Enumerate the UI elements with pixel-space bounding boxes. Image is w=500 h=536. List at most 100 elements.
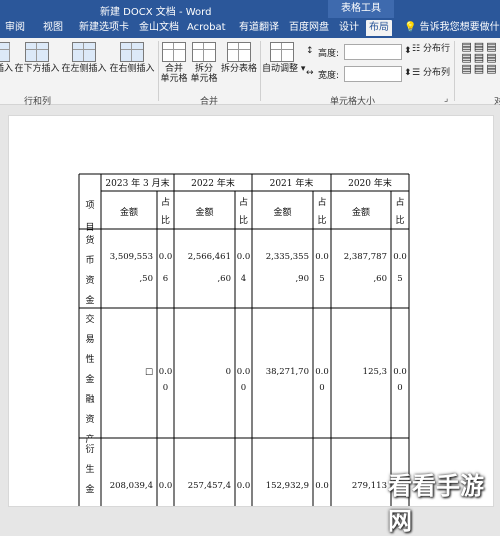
merge-cells-label-2: 单元格 (160, 74, 188, 84)
period-header-3: 2020 年末 (348, 177, 392, 189)
row-label-char: 资 (85, 414, 94, 425)
tab-design[interactable]: 设计 (336, 20, 362, 36)
insert-above-icon (0, 42, 10, 62)
tell-me-text: 告诉我您想要做什么 (419, 22, 500, 33)
ratio-cell: 0.0 (315, 252, 329, 262)
align-grid-icon: ▤▤▤ (461, 62, 499, 75)
amount-cell: ,60 (373, 274, 387, 284)
distribute-columns-button[interactable]: ☰ 分布列 (412, 68, 452, 78)
ratio-cell: 0.0 (393, 367, 407, 377)
ratio-subheader: 比 (239, 214, 248, 226)
merge-cells-label-1: 合并 (164, 64, 183, 74)
row-label-char: 资 (85, 275, 94, 286)
insert-above-label: 插入 (0, 64, 13, 74)
row-label-char: 衍 (85, 443, 94, 455)
ribbon: 插入 在下方插入 在左侧插入 在右侧插入 行和列 合并 单元格 拆分 单元格 拆… (0, 38, 500, 107)
ratio-cell: 0.0 (315, 481, 329, 491)
ratio-cell: 0.0 (159, 367, 173, 377)
group-separator (158, 41, 159, 101)
distribute-rows-icon: ☷ (412, 44, 421, 54)
ratio-subheader: 占 (317, 196, 326, 208)
ratio-cell: 0.0 (237, 481, 251, 491)
row-label-char: 易 (85, 334, 94, 345)
ratio-subheader: 占 (161, 196, 170, 208)
row-label-char: 金 (85, 483, 94, 495)
ratio-cell: 0.0 (237, 367, 251, 377)
amount-cell: □ (145, 367, 153, 377)
ratio-cell: 6 (163, 274, 168, 284)
table-tools-context-label: 表格工具 (328, 0, 394, 18)
autofit-button[interactable]: 自动调整 ▾ (262, 42, 305, 74)
height-label: 高度: (318, 49, 340, 59)
tab-youdao-translate[interactable]: 有道翻译 (236, 20, 282, 36)
ratio-cell: 0 (241, 383, 246, 393)
amount-cell: ,60 (217, 274, 231, 284)
split-cells-label-2: 单元格 (190, 74, 218, 84)
tell-me-box[interactable]: 💡 告诉我您想要做什么 (404, 20, 500, 36)
width-icon: ↔ (306, 68, 314, 78)
insert-left-button[interactable]: 在左侧插入 (60, 42, 108, 74)
row-height-field[interactable] (344, 44, 402, 60)
group-separator (260, 41, 261, 101)
tab-review[interactable]: 审阅 (2, 20, 28, 36)
ratio-cell: 0 (397, 383, 402, 393)
title-bar: 新建 DOCX 文档 - Word 表格工具 (0, 0, 500, 18)
split-cells-button[interactable]: 拆分 单元格 (190, 42, 218, 84)
tab-kingsoft-docs[interactable]: 金山文档 (136, 20, 182, 36)
row-label-char: 金 (85, 294, 94, 306)
amount-cell: 125,3 (363, 367, 387, 377)
ratio-cell: 0 (319, 383, 324, 393)
insert-below-label: 在下方插入 (14, 64, 60, 74)
row-label-char: 产 (85, 433, 94, 445)
amount-subheader: 金额 (352, 206, 370, 218)
tab-view[interactable]: 视图 (40, 20, 66, 36)
header-item-label: 目 (85, 222, 94, 233)
merge-cells-button[interactable]: 合并 单元格 (160, 42, 188, 84)
group-separator (454, 41, 455, 101)
amount-cell: 2,335,355 (266, 252, 309, 262)
amount-cell: 279,113 (352, 481, 387, 491)
width-label: 宽度: (318, 71, 340, 81)
amount-cell: 2,566,461 (188, 252, 231, 262)
tab-new-tab[interactable]: 新建选项卡 (76, 20, 132, 36)
insert-left-label: 在左侧插入 (61, 64, 107, 74)
row-height-spinner[interactable]: ⬍ (404, 46, 412, 56)
lightbulb-icon: 💡 (404, 22, 417, 33)
split-table-label: 拆分表格 (220, 64, 257, 74)
ratio-cell: 0 (163, 383, 168, 393)
document-area: 项目 2023 年 3 月末 金额 占比 2022 年末 金额 占比 2021 年末 金额 占比 2… (0, 105, 500, 507)
split-cells-label-1: 拆分 (194, 64, 213, 74)
row-label-char: 性 (85, 353, 94, 365)
ratio-subheader: 比 (317, 214, 326, 226)
tab-baidu-netdisk[interactable]: 百度网盘 (286, 20, 332, 36)
cell-size-dialog-launcher[interactable]: ⌟ (444, 94, 448, 104)
tab-acrobat[interactable]: Acrobat (184, 20, 229, 36)
ratio-cell: 0.0 (237, 252, 251, 262)
amount-cell: 38,271,70 (266, 367, 309, 377)
merge-cells-icon (162, 42, 186, 62)
document-page[interactable]: 项目 2023 年 3 月末 金额 占比 2022 年末 金额 占比 2021 年末 金额 占比 2… (8, 115, 494, 507)
period-header-0: 2023 年 3 月末 (105, 177, 169, 189)
insert-left-icon (72, 42, 96, 62)
amount-cell: 257,457,4 (188, 481, 231, 491)
insert-right-button[interactable]: 在右侧插入 (108, 42, 156, 74)
alignment-grid-buttons[interactable]: ▤▤▤ ▤▤▤ ▤▤▤ (458, 41, 500, 75)
header-item-label: 项 (85, 200, 94, 211)
column-width-field[interactable] (344, 66, 402, 82)
period-header-2: 2021 年末 (270, 177, 314, 189)
ratio-cell: 0.0 (159, 481, 173, 491)
ratio-subheader: 占 (239, 196, 248, 208)
row-label-char: 生 (85, 463, 94, 475)
tab-layout[interactable]: 布局 (366, 20, 392, 36)
ratio-subheader: 占 (395, 196, 404, 208)
insert-above-button[interactable]: 插入 (0, 42, 14, 74)
column-width-spinner[interactable]: ⬍ (404, 68, 412, 78)
split-table-button[interactable]: 拆分表格 (220, 42, 258, 74)
ratio-cell: 0.0 (393, 252, 407, 262)
distribute-columns-label: 分布列 (422, 68, 450, 78)
row-label-char: 融 (85, 394, 94, 405)
insert-right-icon (120, 42, 144, 62)
distribute-rows-button[interactable]: ☷ 分布行 (412, 44, 452, 54)
ratio-cell: 0.0 (159, 252, 173, 262)
insert-below-button[interactable]: 在下方插入 (14, 42, 60, 74)
